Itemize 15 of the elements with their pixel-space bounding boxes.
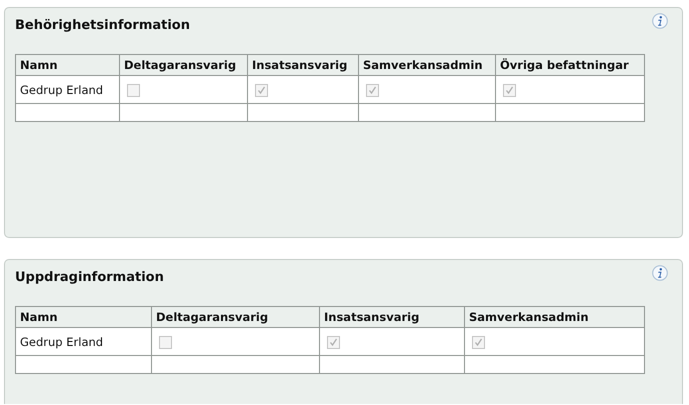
column-header: Samverkansadmin [464, 306, 644, 328]
info-icon[interactable] [652, 265, 668, 281]
panel-title: Behörighetsinformation [15, 18, 190, 34]
column-header: Samverkansadmin [358, 54, 496, 76]
info-icon[interactable] [652, 13, 668, 29]
column-header: Namn [16, 54, 120, 76]
column-header: Insatsansvarig [248, 54, 358, 76]
table-cell: Gedrup Erland [16, 328, 152, 356]
column-header: Namn [16, 306, 152, 328]
panel-title: Uppdraginformation [15, 270, 164, 286]
column-header: Övriga befattningar [496, 54, 644, 76]
column-header: Insatsansvarig [320, 306, 464, 328]
table-cell: Gedrup Erland [16, 76, 120, 104]
column-header: Deltagaransvarig [120, 54, 248, 76]
column-header: Deltagaransvarig [152, 306, 320, 328]
